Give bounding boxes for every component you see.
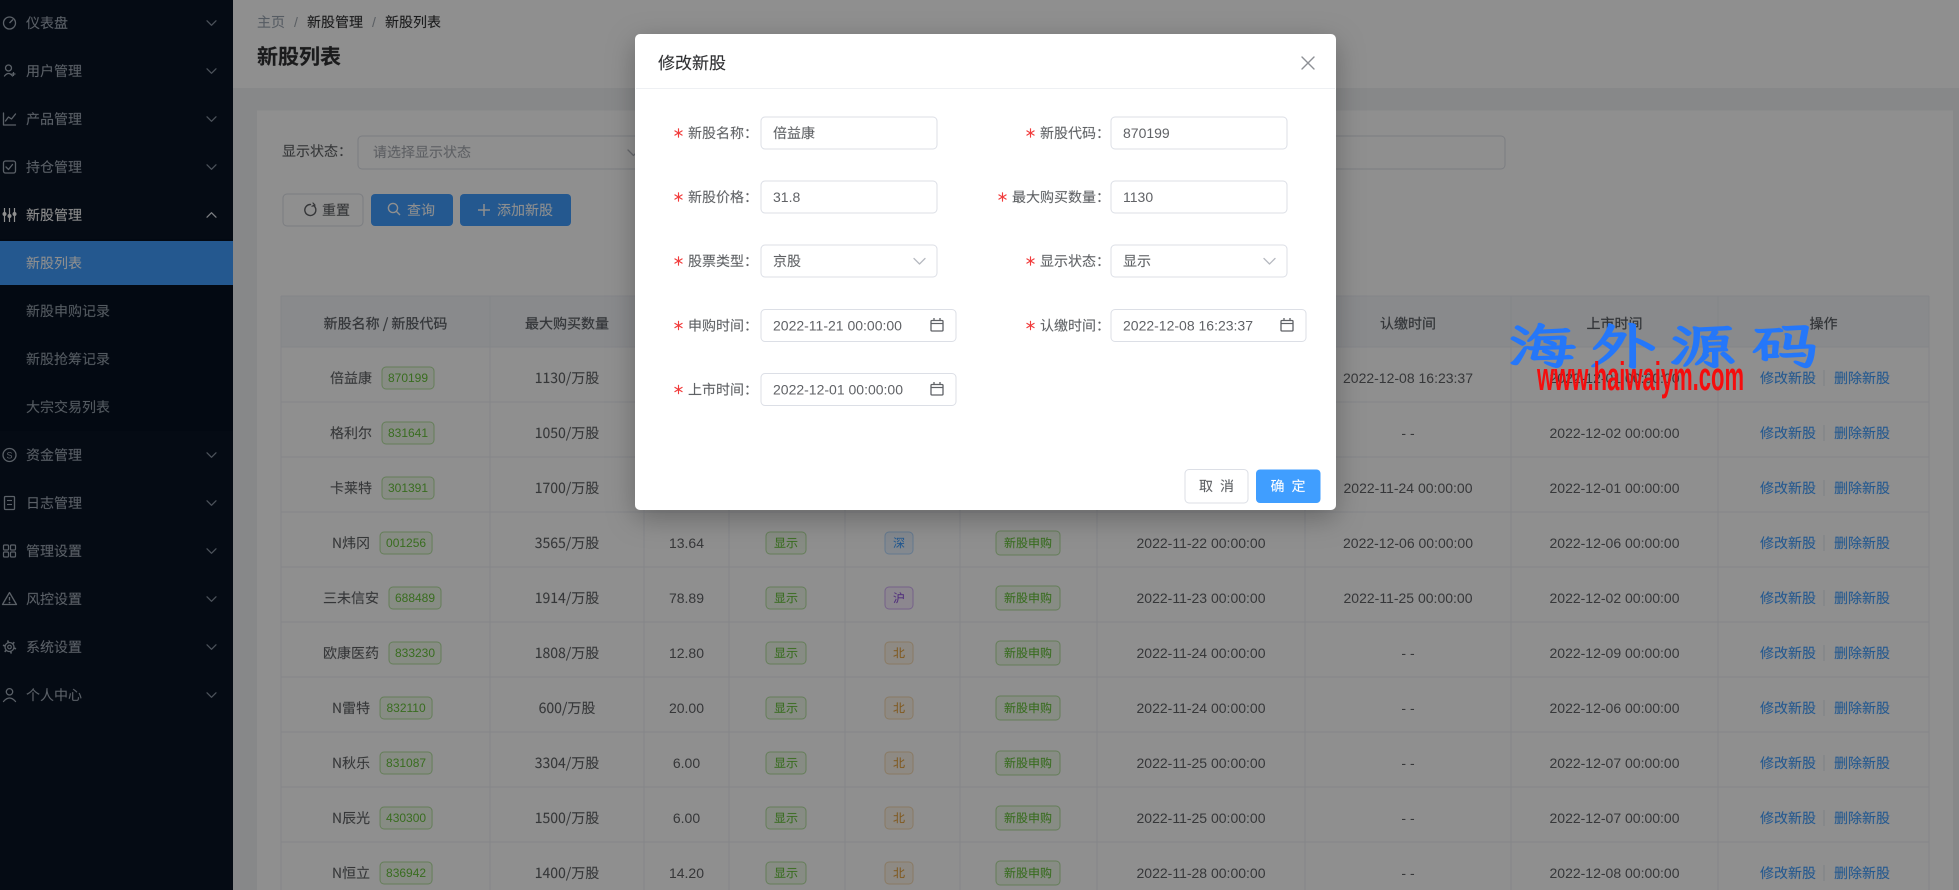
- svg-text:2022-12-08 16:23:37: 2022-12-08 16:23:37: [1123, 318, 1253, 334]
- svg-text:870199: 870199: [1123, 125, 1170, 141]
- svg-text:2022-12-01 00:00:00: 2022-12-01 00:00:00: [773, 382, 903, 398]
- svg-text:1130: 1130: [1123, 189, 1153, 205]
- svg-text:2022-11-21 00:00:00: 2022-11-21 00:00:00: [773, 318, 902, 334]
- svg-text:31.8: 31.8: [773, 189, 800, 205]
- svg-text:www.haiwaiym.com: www.haiwaiym.com: [1536, 355, 1744, 399]
